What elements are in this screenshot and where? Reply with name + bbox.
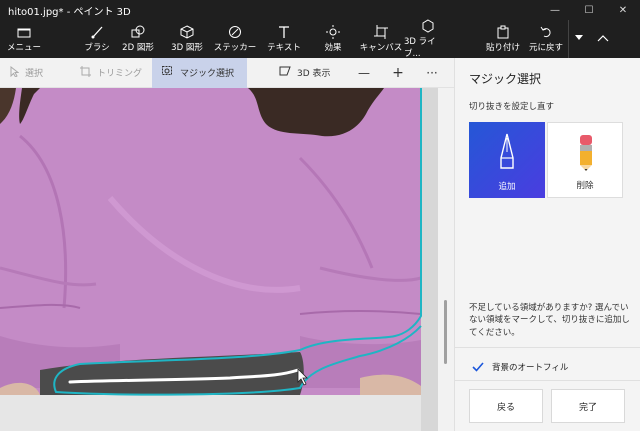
canvas-area[interactable]	[0, 88, 438, 431]
select-label: 選択	[25, 69, 44, 79]
undo-icon	[538, 25, 554, 39]
divider	[455, 347, 640, 348]
add-button[interactable]: 追加	[469, 122, 545, 198]
crop-label: トリミング	[97, 69, 143, 79]
eraser-icon	[580, 135, 592, 171]
text-icon	[276, 25, 292, 39]
view3d-button[interactable]: 3D 表示	[269, 58, 349, 88]
panel-title: マジック選択	[469, 72, 542, 86]
library-icon	[420, 19, 436, 33]
history-dropdown[interactable]	[568, 20, 588, 58]
paste-label: 貼り付け	[485, 43, 520, 53]
zoom-out-button[interactable]: —	[349, 58, 379, 88]
canvas-label: キャンバス	[359, 43, 403, 53]
crop-tool[interactable]: トリミング	[70, 58, 152, 88]
panel-subtitle: 切り抜きを設定し直す	[469, 102, 555, 112]
brush-icon	[89, 25, 105, 39]
title-bar: hito01.jpg* - ペイント 3D — ☐ ✕	[0, 0, 640, 20]
divider	[455, 380, 640, 381]
select-tool[interactable]: 選択	[0, 58, 70, 88]
effects-tab[interactable]: 効果	[308, 20, 358, 58]
cursor-icon	[10, 65, 20, 80]
canvas-icon	[373, 25, 389, 39]
window-title: hito01.jpg* - ペイント 3D	[8, 6, 131, 18]
text-tab[interactable]: テキスト	[260, 20, 308, 58]
paste-button[interactable]: 貼り付け	[482, 20, 524, 58]
sun-icon	[325, 25, 341, 39]
add-label: 追加	[498, 182, 516, 192]
shapes3d-label: 3D 図形	[171, 43, 203, 53]
magic-select-tool[interactable]: マジック選択	[152, 57, 247, 88]
stickers-label: ステッカー	[213, 43, 257, 53]
view3d-label: 3D 表示	[297, 69, 331, 79]
canvas-tab[interactable]: キャンバス	[358, 20, 404, 58]
done-button[interactable]: 完了	[551, 389, 625, 423]
more-options-button[interactable]: ···	[417, 58, 447, 88]
magic-select-label: マジック選択	[180, 69, 235, 79]
undo-button[interactable]: 元に戻す	[524, 20, 568, 58]
shapes3d-tab[interactable]: 3D 図形	[164, 20, 210, 58]
folder-icon	[16, 25, 32, 39]
maximize-button[interactable]: ☐	[572, 0, 606, 20]
effects-label: 効果	[324, 43, 342, 53]
hint-text: 不足している領域がありますか? 選んでいない領域をマークして、切り抜きに追加して…	[469, 303, 630, 338]
view3d-icon	[279, 66, 291, 79]
menu-label: メニュー	[6, 43, 41, 53]
ribbon: メニュー ブラシ 2D 図形 3D 図形 ステッカー テキスト 効果 キャンバス…	[0, 19, 640, 59]
library3d-label: 3D ライブ...	[404, 37, 436, 59]
clipboard-icon	[495, 25, 511, 39]
close-button[interactable]: ✕	[606, 0, 640, 20]
brush-label: ブラシ	[84, 43, 110, 53]
scrollbar-thumb[interactable]	[444, 300, 447, 364]
chevron-down-icon	[571, 31, 587, 45]
shapes2d-tab[interactable]: 2D 図形	[112, 20, 164, 58]
zoom-in-button[interactable]: +	[379, 58, 417, 88]
back-button[interactable]: 戻る	[469, 389, 543, 423]
text-label: テキスト	[267, 43, 301, 53]
chevron-up-icon	[595, 31, 611, 45]
check-icon	[471, 360, 484, 373]
vertical-scrollbar[interactable]	[438, 88, 454, 431]
remove-label: 削除	[576, 181, 594, 191]
stickers-tab[interactable]: ステッカー	[210, 20, 260, 58]
undo-label: 元に戻す	[528, 43, 563, 53]
crop-icon	[80, 65, 91, 80]
photo-image	[0, 88, 438, 431]
shapes-2d-icon	[130, 25, 146, 39]
remove-button[interactable]: 削除	[547, 122, 623, 198]
shapes2d-label: 2D 図形	[122, 43, 154, 53]
autofill-checkbox[interactable]: 背景のオートフィル	[471, 360, 568, 373]
menu-button[interactable]: メニュー	[0, 20, 48, 58]
toolbar: 選択 トリミング マジック選択 3D 表示 — + ···	[0, 57, 454, 88]
sticker-icon	[227, 25, 243, 39]
cube-icon	[179, 25, 195, 39]
magic-select-panel: マジック選択 切り抜きを設定し直す 追加 削除 不足している領域がありますか? …	[454, 58, 640, 431]
magic-select-icon	[162, 65, 174, 80]
library3d-tab[interactable]: 3D ライブ...	[404, 19, 452, 59]
collapse-ribbon-button[interactable]	[588, 20, 618, 58]
autofill-label: 背景のオートフィル	[492, 362, 569, 373]
brush-tab[interactable]: ブラシ	[82, 20, 112, 58]
minimize-button[interactable]: —	[538, 0, 572, 20]
pencil-icon	[500, 133, 514, 169]
